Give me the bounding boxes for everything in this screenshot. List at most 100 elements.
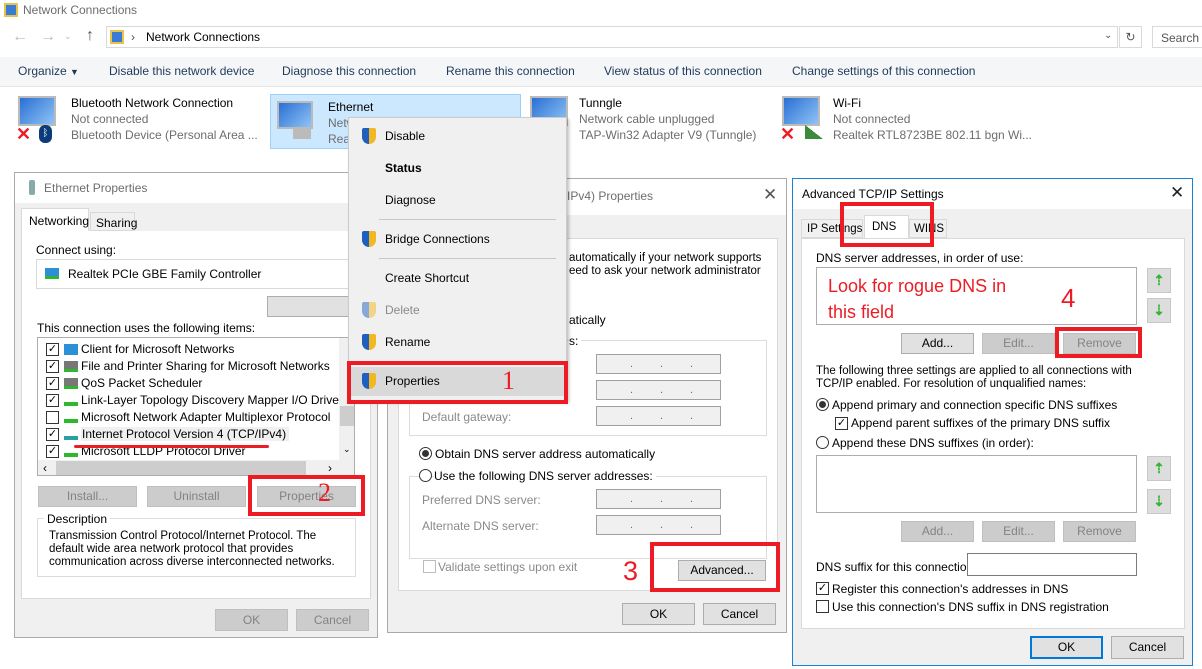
cancel-button[interactable]: Cancel: [703, 603, 776, 625]
connection-device: Realtek RTL8723BE 802.11 bgn Wi...: [833, 128, 1033, 142]
menu-item-bridge[interactable]: Bridge Connections: [385, 232, 490, 246]
dialog-title: Advanced TCP/IP Settings: [802, 187, 944, 201]
uninstall-button[interactable]: Uninstall: [147, 486, 246, 507]
cancel-button[interactable]: Cancel: [1111, 636, 1184, 659]
change-settings-button[interactable]: Change settings of this connection: [792, 64, 975, 78]
connect-using-label: Connect using:: [36, 243, 117, 257]
dialog-title: IPv4) Properties: [567, 189, 654, 203]
append-these-radio[interactable]: [816, 436, 829, 449]
disable-device-button[interactable]: Disable this network device: [109, 64, 254, 78]
suffix-move-up-button[interactable]: ⇡: [1147, 456, 1171, 481]
connection-wifi[interactable]: ✕ Wi-Fi Not connected Realtek RTL8723BE …: [778, 92, 1038, 148]
checkbox[interactable]: ✓: [46, 445, 59, 458]
forward-icon[interactable]: →: [40, 28, 56, 46]
manual-dns-radio[interactable]: [419, 469, 432, 482]
refresh-button[interactable]: ↻: [1119, 26, 1142, 48]
ok-button[interactable]: OK: [622, 603, 695, 625]
configure-button[interactable]: [267, 296, 357, 317]
address-dropdown-icon[interactable]: ⌄: [1104, 30, 1112, 41]
register-checkbox[interactable]: ✓: [816, 582, 829, 595]
dns-suffixes-list[interactable]: [816, 455, 1137, 513]
validate-checkbox[interactable]: [423, 560, 436, 573]
remove-suffix-button[interactable]: Remove: [1063, 521, 1136, 542]
use-suffix-label[interactable]: Use this connection's DNS suffix in DNS …: [832, 600, 1109, 614]
alternate-dns-label: Alternate DNS server:: [422, 519, 539, 533]
search-input[interactable]: Search N: [1152, 26, 1202, 48]
use-suffix-checkbox[interactable]: [816, 600, 829, 613]
menu-item-delete[interactable]: Delete: [385, 303, 420, 317]
validate-label[interactable]: Validate settings upon exit: [438, 560, 577, 574]
back-icon[interactable]: ←: [12, 28, 28, 46]
scroll-left-icon[interactable]: ‹: [43, 461, 47, 475]
append-primary-label[interactable]: Append primary and connection specific D…: [832, 398, 1117, 412]
preferred-dns-field[interactable]: ...: [596, 489, 721, 509]
networking-tab-panel: Connect using: Realtek PCIe GBE Family C…: [21, 231, 371, 599]
move-down-button[interactable]: ⇣: [1147, 298, 1171, 323]
annotation-note-line2: this field: [828, 302, 895, 322]
recent-chevron-icon[interactable]: ⌄: [64, 31, 72, 42]
obtain-dns-label[interactable]: Obtain DNS server address automatically: [435, 447, 655, 461]
move-up-button[interactable]: ⇡: [1147, 268, 1171, 293]
append-primary-radio[interactable]: [816, 398, 829, 411]
subnet-mask-field[interactable]: ...: [596, 380, 721, 400]
annotation-box-2: [248, 475, 365, 516]
scroll-thumb[interactable]: [56, 461, 306, 475]
dialog-title: Ethernet Properties: [44, 181, 148, 195]
suffix-move-down-button[interactable]: ⇣: [1147, 489, 1171, 514]
checkbox[interactable]: ✓: [46, 377, 59, 390]
annotation-box-dns-tab: [840, 202, 934, 247]
default-gateway-field[interactable]: ...: [596, 406, 721, 426]
menu-item-create-shortcut[interactable]: Create Shortcut: [385, 271, 469, 285]
scroll-thumb[interactable]: [340, 406, 354, 426]
checkbox[interactable]: ✓: [46, 343, 59, 356]
ok-button[interactable]: OK: [215, 609, 288, 631]
cancel-button[interactable]: Cancel: [296, 609, 369, 631]
item-label: Internet Protocol Version 4 (TCP/IPv4): [81, 427, 290, 441]
alternate-dns-field[interactable]: ...: [596, 515, 721, 535]
diagnose-button[interactable]: Diagnose this connection: [282, 64, 416, 78]
close-icon[interactable]: ✕: [763, 185, 777, 205]
view-status-button[interactable]: View status of this connection: [604, 64, 762, 78]
install-button[interactable]: Install...: [38, 486, 137, 507]
connection-device: TAP-Win32 Adapter V9 (Tunngle): [579, 128, 757, 142]
menu-item-rename[interactable]: Rename: [385, 335, 430, 349]
item-label: File and Printer Sharing for Microsoft N…: [81, 359, 330, 373]
up-icon[interactable]: ↑: [86, 27, 94, 45]
dns-suffix-input[interactable]: [967, 553, 1137, 576]
checkbox[interactable]: ✓: [46, 394, 59, 407]
append-these-label[interactable]: Append these DNS suffixes (in order):: [832, 436, 1034, 450]
checkbox[interactable]: ✓: [46, 360, 59, 373]
organize-menu[interactable]: Organize ▼: [18, 64, 79, 78]
scroll-down-icon[interactable]: ⌄: [343, 444, 351, 455]
tab-sharing[interactable]: Sharing: [90, 212, 137, 231]
close-icon[interactable]: ✕: [1170, 183, 1184, 203]
append-parent-checkbox[interactable]: ✓: [835, 417, 848, 430]
description-text: Transmission Control Protocol/Internet P…: [49, 530, 335, 568]
annotation-box-3: [650, 542, 780, 592]
connection-bluetooth[interactable]: ✕ ᛒ Bluetooth Network Connection Not con…: [14, 92, 264, 148]
ip-group-label: s:: [569, 334, 582, 348]
add-dns-button[interactable]: Add...: [901, 333, 974, 354]
items-list[interactable]: ✓ Client for Microsoft Networks ✓ File and…: [37, 337, 355, 476]
obtain-dns-radio[interactable]: [419, 447, 432, 460]
scroll-right-icon[interactable]: ›: [328, 461, 332, 475]
breadcrumb-path[interactable]: Network Connections: [146, 30, 260, 44]
append-parent-label[interactable]: Append parent suffixes of the primary DN…: [851, 416, 1110, 430]
manual-dns-label[interactable]: Use the following DNS server addresses:: [434, 469, 656, 483]
menu-item-diagnose[interactable]: Diagnose: [385, 193, 436, 207]
ip-address-field[interactable]: ...: [596, 354, 721, 374]
connection-status: Not connected: [833, 112, 911, 126]
register-label[interactable]: Register this connection's addresses in …: [832, 582, 1068, 596]
rename-button[interactable]: Rename this connection: [446, 64, 575, 78]
ok-button[interactable]: OK: [1030, 636, 1103, 659]
menu-item-disable[interactable]: Disable: [385, 129, 425, 143]
tab-networking[interactable]: Networking: [21, 208, 89, 232]
checkbox[interactable]: ✓: [46, 428, 59, 441]
protocol-icon: [64, 429, 78, 440]
horizontal-scrollbar[interactable]: ‹ ›: [38, 460, 354, 475]
edit-suffix-button[interactable]: Edit...: [982, 521, 1055, 542]
add-suffix-button[interactable]: Add...: [901, 521, 974, 542]
checkbox[interactable]: [46, 411, 59, 424]
edit-dns-button[interactable]: Edit...: [982, 333, 1055, 354]
menu-item-status[interactable]: Status: [385, 161, 422, 175]
